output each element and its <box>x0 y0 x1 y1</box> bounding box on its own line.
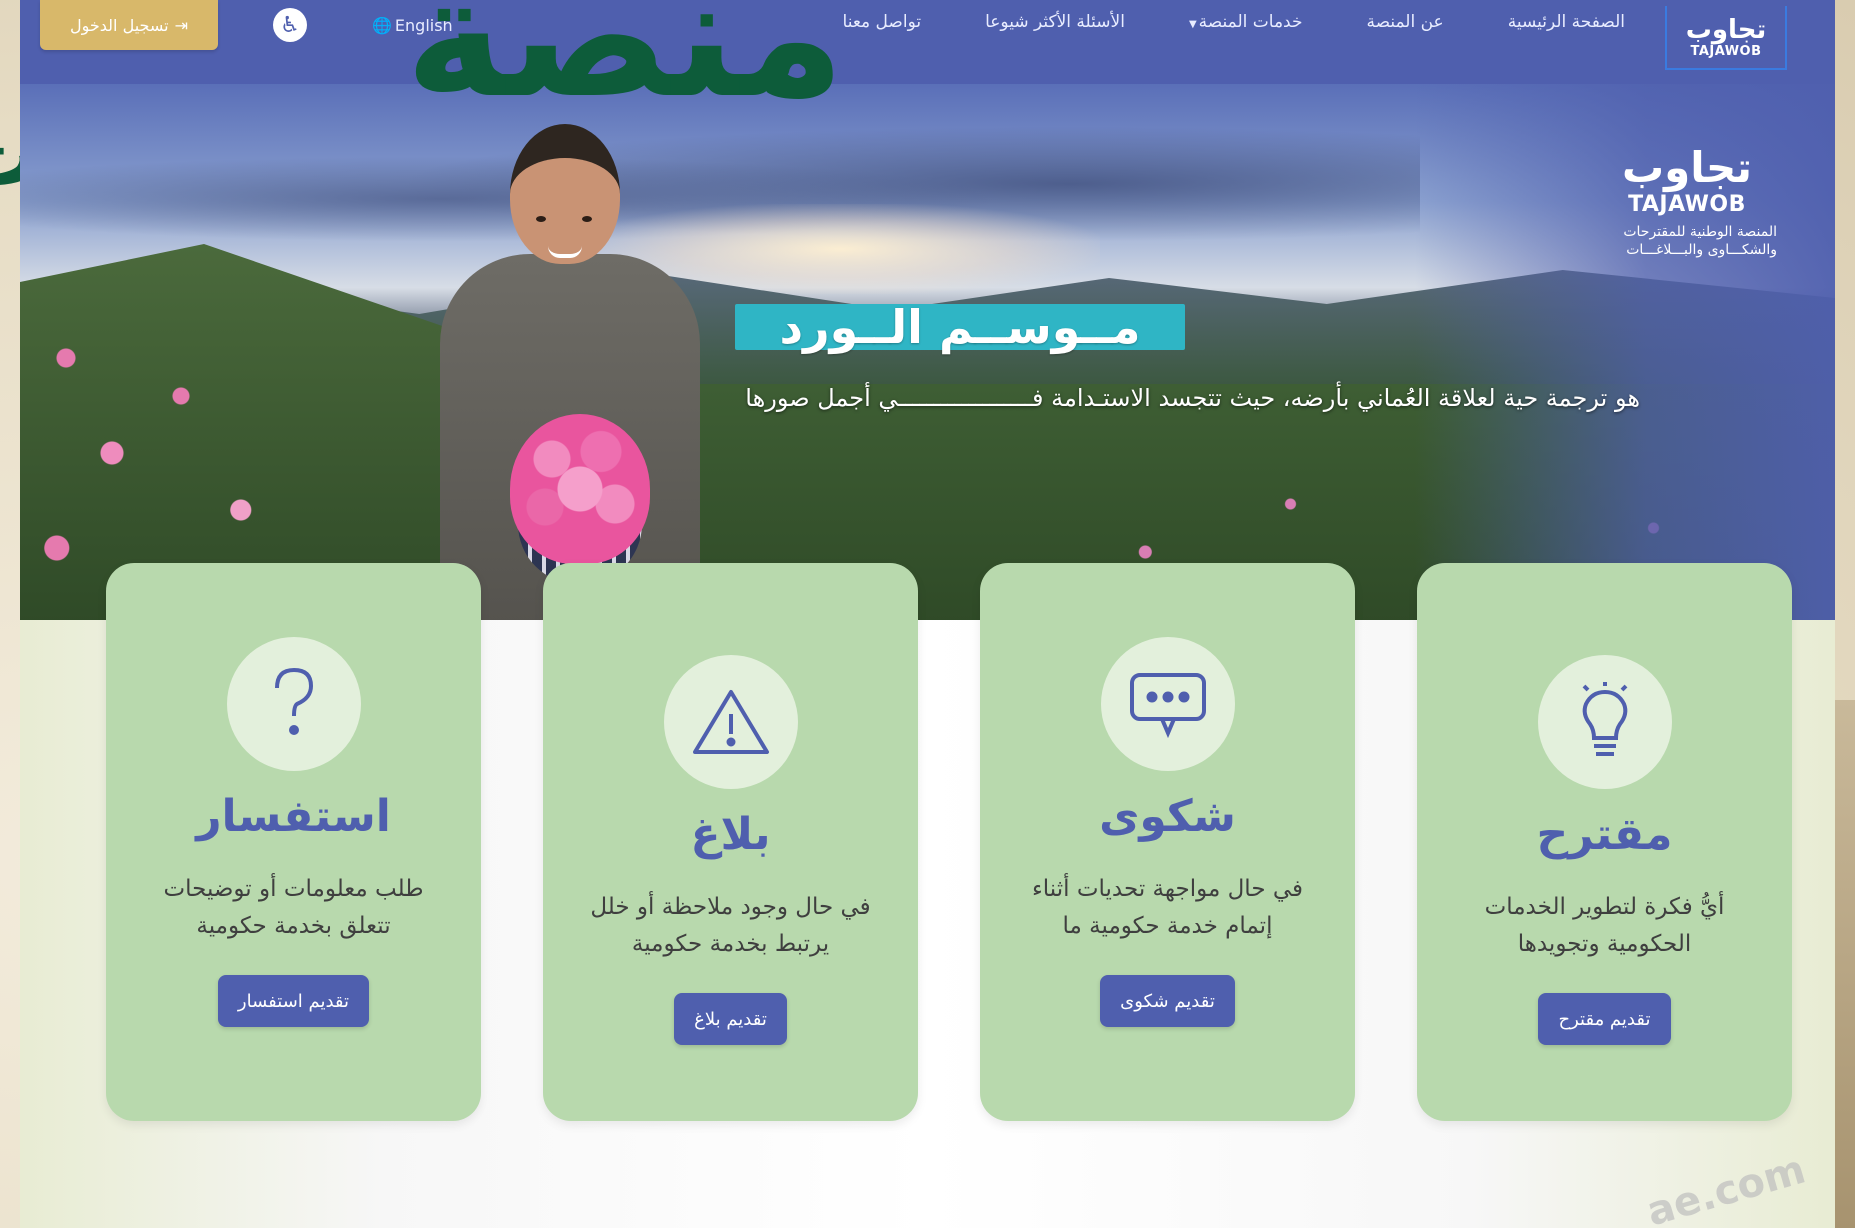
card-title: بلاغ <box>690 809 771 860</box>
hero-tagline: هو ترجمة حية لعلاقة العُماني بأرضه، حيث … <box>745 384 1640 412</box>
card-title: مقترح <box>1536 809 1673 860</box>
card-description: في حال وجود ملاحظة أو خلل يرتبط بخدمة حك… <box>590 894 871 957</box>
nav-link-services[interactable]: خدمات المنصة▼ <box>1189 12 1303 32</box>
hero-brand-subtitle-1: المنصة الوطنية للمقترحات <box>1623 224 1777 240</box>
top-navbar: تجاوب TAJAWOB الصفحة الرئيسية عن المنصة … <box>20 0 1835 84</box>
submit-inquiry-button[interactable]: تقديم استفسار <box>217 975 370 1027</box>
nav-logo[interactable]: تجاوب TAJAWOB <box>1665 6 1787 70</box>
nav-link-faq[interactable]: الأسئلة الأكثر شيوعا <box>985 12 1125 32</box>
boy-eye <box>582 216 592 222</box>
login-icon: ⇥ <box>174 15 188 35</box>
question-icon <box>226 637 361 771</box>
hero-brand: تجاوب TAJAWOB المنصة الوطنية للمقترحات و… <box>1587 144 1787 259</box>
card-title: شكوى <box>1099 791 1236 842</box>
submit-report-button[interactable]: تقديم بلاغ <box>674 993 787 1045</box>
chat-bubble-icon <box>1100 637 1235 771</box>
submit-suggestion-button[interactable]: تقديم مقترح <box>1538 993 1671 1045</box>
warning-icon <box>663 655 798 789</box>
nav-logo-english: TAJAWOB <box>1690 43 1762 59</box>
nav-link-services-label: خدمات المنصة <box>1198 12 1303 32</box>
chevron-down-icon: ▼ <box>1188 19 1197 30</box>
overlay-title: منصة <box>405 0 846 135</box>
card-description: طلب معلومات أو توضيحات تتعلق بخدمة حكومي… <box>163 876 424 939</box>
roses-bowl <box>510 414 650 564</box>
lightbulb-icon <box>1537 655 1672 789</box>
login-label: تسجيل الدخول <box>70 15 169 35</box>
hero-brand-subtitle-2: والشكـــاوى والبـــلاغـــات <box>1626 242 1777 258</box>
nav-link-home[interactable]: الصفحة الرئيسية <box>1508 12 1625 32</box>
hero-title: مــوســم الــورد <box>779 300 1141 354</box>
boy-head <box>510 124 620 264</box>
boy-smile <box>548 246 582 258</box>
nav-logo-arabic: تجاوب <box>1685 14 1767 45</box>
card-inquiry: استفسار طلب معلومات أو توضيحات تتعلق بخد… <box>106 563 481 1121</box>
card-description: أيُّ فكرة لتطوير الخدمات الحكومية وتجويد… <box>1484 894 1725 957</box>
login-button[interactable]: تسجيل الدخول ⇥ <box>40 0 218 50</box>
card-report: بلاغ في حال وجود ملاحظة أو خلل يرتبط بخد… <box>543 563 918 1121</box>
card-suggestion: مقترح أيُّ فكرة لتطوير الخدمات الحكومية … <box>1417 563 1792 1121</box>
nav-link-about[interactable]: عن المنصة <box>1366 12 1443 32</box>
nav-actions: تسجيل الدخول ⇥ ♿ 🌐 English <box>40 0 453 50</box>
cropped-side-text: تااا <box>0 100 22 860</box>
submit-complaint-button[interactable]: تقديم شكوى <box>1100 975 1235 1027</box>
globe-icon: 🌐 <box>372 15 392 35</box>
boy-eye <box>536 216 546 222</box>
hero-brand-arabic: تجاوب <box>1621 143 1753 192</box>
boy-with-roses-image <box>440 124 720 620</box>
hero-brand-english: TAJAWOB <box>1628 192 1746 217</box>
nav-link-contact[interactable]: تواصل معنا <box>843 12 922 32</box>
accessibility-icon[interactable]: ♿ <box>273 8 307 42</box>
service-cards: مقترح أيُّ فكرة لتطوير الخدمات الحكومية … <box>82 563 1792 1123</box>
card-complaint: شكوى في حال مواجهة تحديات أثناء إتمام خد… <box>980 563 1355 1121</box>
card-title: استفسار <box>196 791 391 842</box>
card-description: في حال مواجهة تحديات أثناء إتمام خدمة حك… <box>1031 876 1304 939</box>
nav-links: الصفحة الرئيسية عن المنصة خدمات المنصة▼ … <box>843 12 1625 32</box>
website-screenshot: تجاوب TAJAWOB الصفحة الرئيسية عن المنصة … <box>20 0 1835 1228</box>
hero-title-banner: مــوســم الــورد <box>735 304 1185 350</box>
hero-banner: تجاوب TAJAWOB المنصة الوطنية للمقترحات و… <box>20 84 1835 620</box>
